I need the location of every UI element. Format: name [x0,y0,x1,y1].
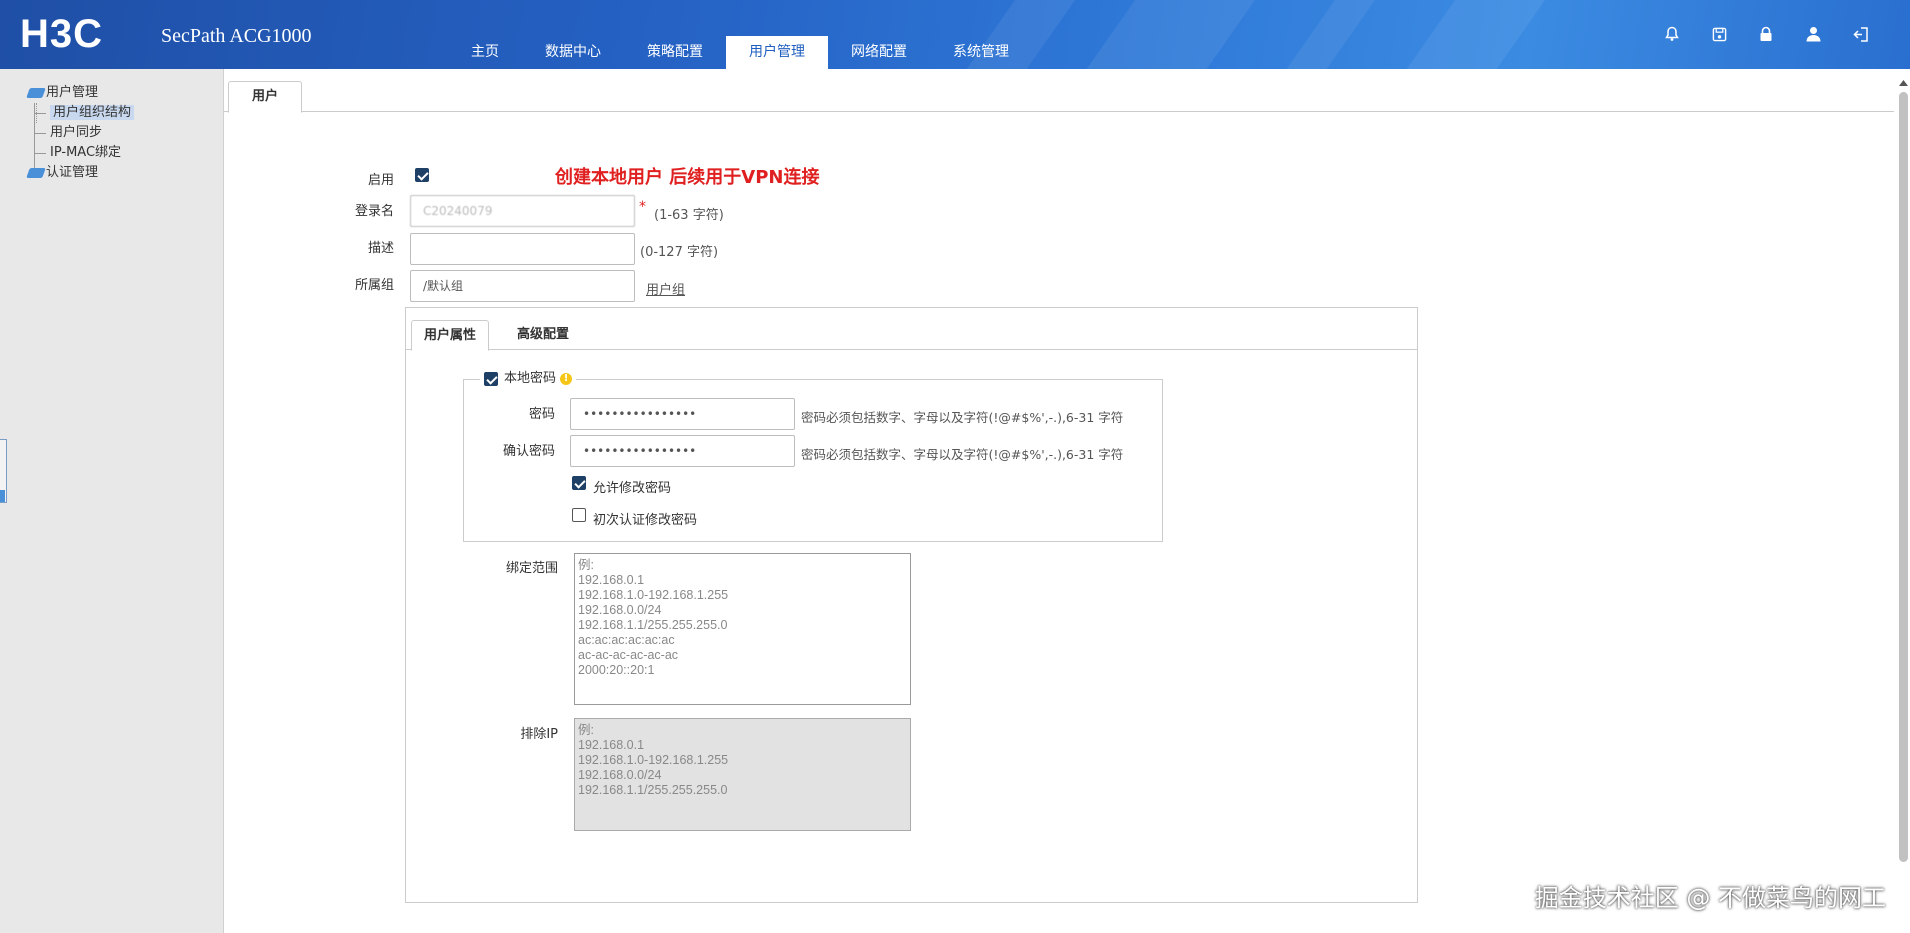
exclude-ip-textarea: 例: 192.168.0.1 192.168.1.0-192.168.1.255… [574,718,911,831]
tree-item-user-sync[interactable]: 用户同步 [14,123,134,143]
page-tab-strip: 用户 [224,69,1894,113]
tree-item-auth-management[interactable]: 认证管理 [14,163,134,183]
login-name-hint: (1-63 字符) [654,208,724,223]
tree-item-user-org[interactable]: 用户组织结构 [14,103,135,169]
tree-line [34,113,46,114]
main-nav: 主页 数据中心 策略配置 用户管理 网络配置 系统管理 [448,36,1032,69]
tab-advanced-config[interactable]: 高级配置 [505,320,581,351]
lock-icon[interactable] [1756,24,1776,44]
header-decoration [1370,0,1560,69]
tab-user-attributes[interactable]: 用户属性 [411,320,490,351]
warning-icon: ! [560,373,573,385]
confirm-password-input[interactable]: •••••••••••••••• [570,435,795,467]
user-group-link[interactable]: 用户组 [646,279,685,298]
bell-icon[interactable] [1662,24,1682,44]
password-input[interactable]: •••••••••••••••• [570,398,795,430]
local-password-legend: 本地密码 ! [480,369,577,389]
save-icon[interactable] [1709,24,1729,44]
tree-item-label: 认证管理 [46,165,99,180]
tab-user[interactable]: 用户 [228,81,302,113]
enable-label: 启用 [367,173,394,188]
nav-network-config[interactable]: 网络配置 [828,36,930,69]
login-name-input[interactable]: C20240079 [410,195,635,227]
bind-range-textarea[interactable]: 例: 192.168.0.1 192.168.1.0-192.168.1.255… [574,553,911,705]
product-name: SecPath ACG1000 [161,25,312,47]
confirm-password-label: 确认密码 [502,444,555,459]
header-decoration [1050,0,1270,69]
tree-line [34,133,46,134]
nav-user-management[interactable]: 用户管理 [726,36,828,69]
tree-item-label: IP-MAC绑定 [50,145,122,160]
user-icon[interactable] [1803,24,1823,44]
sub-tabs: 用户属性 高级配置 [406,308,1417,351]
logout-icon[interactable] [1850,24,1870,44]
folder-icon [26,88,46,98]
top-header: H3C SecPath ACG1000 主页 数据中心 策略配置 用户管理 网络… [0,0,1910,69]
nav-data-center[interactable]: 数据中心 [522,36,624,69]
tree-item-label: 用户管理 [46,85,99,100]
exclude-ip-label: 排除IP [520,727,558,742]
watermark: 掘金技术社区 @ 不做菜鸟的网工 [1534,884,1886,912]
nav-tree: 用户管理 用户组织结构 用户同步 IP-MAC绑定 认证管理 [14,83,135,183]
group-input[interactable]: /默认组 [410,270,635,302]
tree-item-ip-mac-binding[interactable]: IP-MAC绑定 [14,143,134,163]
vertical-scrollbar[interactable] [1896,80,1910,870]
enable-checkbox[interactable] [415,168,429,182]
tree-line [34,153,46,154]
scrollbar-thumb[interactable] [1899,92,1908,862]
allow-change-password-label: 允许修改密码 [593,481,672,496]
header-decoration [1250,0,1390,69]
description-hint: (0-127 字符) [640,245,719,260]
allow-change-password-checkbox[interactable] [572,476,586,490]
password-label: 密码 [528,407,555,422]
nav-home[interactable]: 主页 [448,36,522,69]
tree-item-label: 用户同步 [50,125,103,140]
first-login-change-label: 初次认证修改密码 [593,513,698,528]
header-toolbar [1662,24,1870,44]
sidebar: 用户管理 用户组织结构 用户同步 IP-MAC绑定 认证管理 [0,69,224,933]
password-hint: 密码必须包括数字、字母以及字符(!@#$%',-.),6-31 字符 [801,410,1124,425]
nav-policy-config[interactable]: 策略配置 [624,36,726,69]
group-label: 所属组 [354,278,394,293]
local-password-label: 本地密码 [504,371,557,386]
login-name-label: 登录名 [354,204,394,219]
tree-item-label: 用户组织结构 [50,105,135,120]
red-annotation: 创建本地用户 后续用于VPN连接 [555,167,820,188]
nav-system-management[interactable]: 系统管理 [930,36,1032,69]
description-input[interactable] [410,233,635,265]
required-mark: * [639,199,646,215]
first-login-change-checkbox[interactable] [572,508,586,522]
local-password-checkbox[interactable] [484,372,498,386]
folder-icon [26,168,46,178]
confirm-password-hint: 密码必须包括数字、字母以及字符(!@#$%',-.),6-31 字符 [801,447,1124,462]
sidebar-collapse-handle[interactable] [0,439,7,503]
h3c-logo: H3C [20,12,104,56]
description-label: 描述 [367,241,394,256]
tree-item-user-management[interactable]: 用户管理 [14,83,134,103]
bind-range-label: 绑定范围 [505,561,558,576]
